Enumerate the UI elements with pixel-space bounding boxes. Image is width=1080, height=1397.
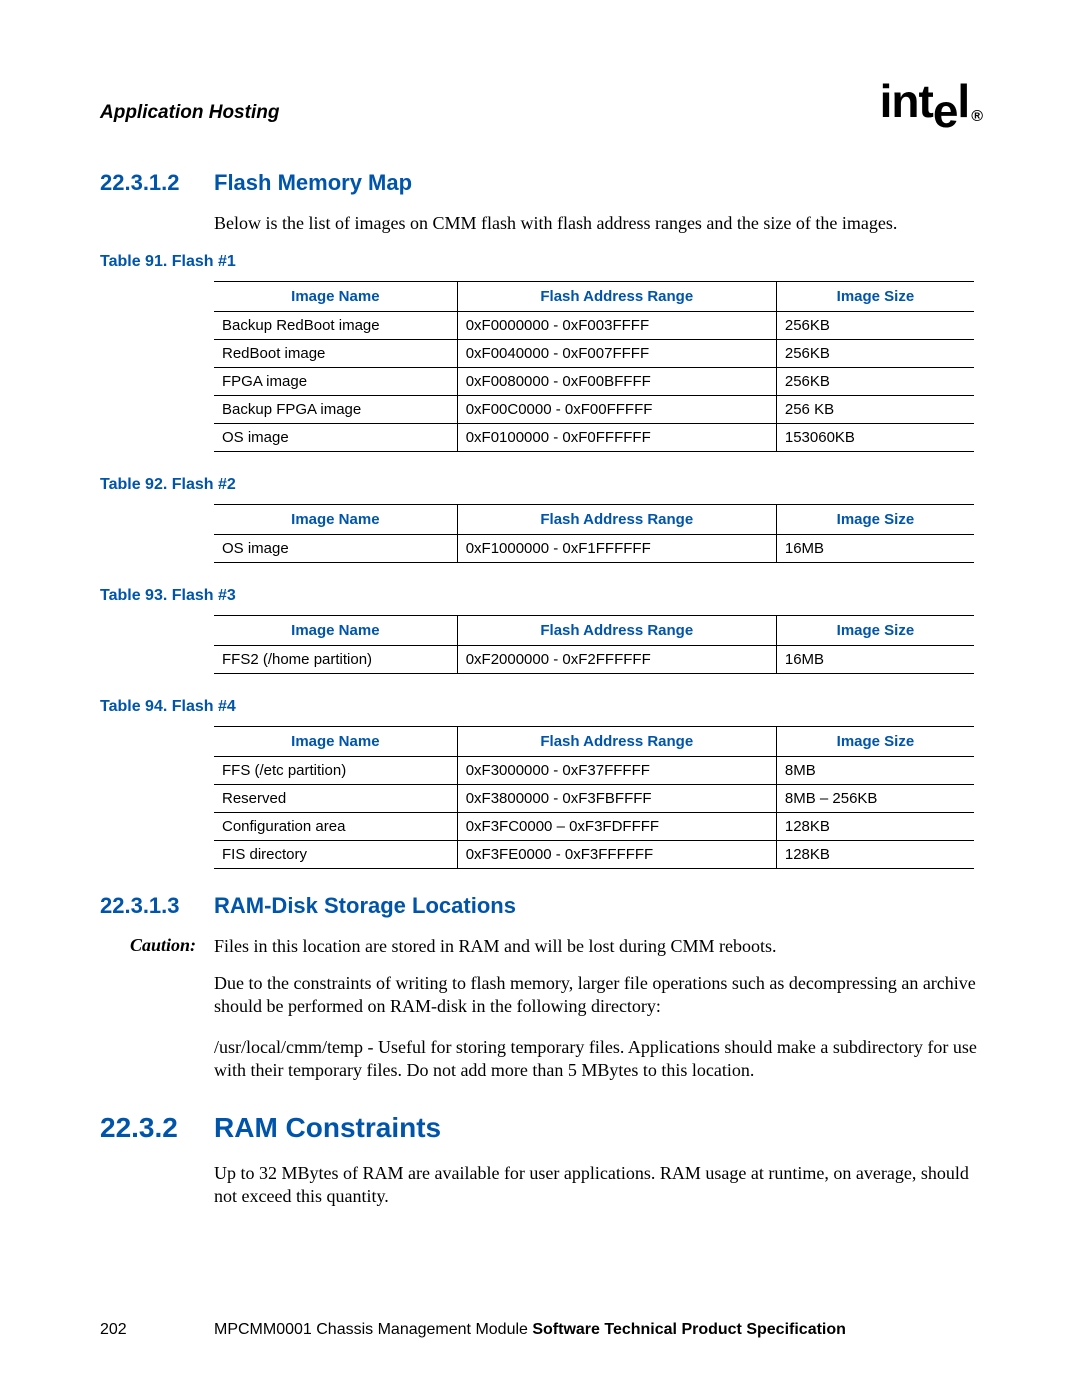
cell-image-name: FFS2 (/home partition): [214, 646, 457, 674]
table92-caption: Table 92. Flash #2: [100, 476, 980, 494]
cell-address-range: 0xF2000000 - 0xF2FFFFFF: [457, 646, 776, 674]
cell-image-name: RedBoot image: [214, 340, 457, 368]
table91-caption: Table 91. Flash #1: [100, 253, 980, 271]
cell-image-name: FIS directory: [214, 841, 457, 869]
table-row: OS image0xF1000000 - 0xF1FFFFFF16MB: [214, 535, 974, 563]
table-row: OS image0xF0100000 - 0xF0FFFFFF153060KB: [214, 424, 974, 452]
chapter-title: Application Hosting: [100, 102, 279, 124]
cell-image-name: FFS (/etc partition): [214, 757, 457, 785]
doc-title-part-a: MPCMM0001 Chassis Management Module: [214, 1321, 532, 1338]
heading-number: 22.3.1.2: [100, 170, 184, 196]
table-flash-1: Image Name Flash Address Range Image Siz…: [214, 281, 974, 452]
cell-address-range: 0xF3FE0000 - 0xF3FFFFFF: [457, 841, 776, 869]
table-row: Reserved0xF3800000 - 0xF3FBFFFF8MB – 256…: [214, 785, 974, 813]
cell-image-name: Reserved: [214, 785, 457, 813]
heading-text: Flash Memory Map: [214, 170, 412, 196]
cell-image-size: 128KB: [776, 841, 974, 869]
cell-address-range: 0xF0000000 - 0xF003FFFF: [457, 312, 776, 340]
table-row: Backup FPGA image0xF00C0000 - 0xF00FFFFF…: [214, 396, 974, 424]
heading-ram-disk: 22.3.1.3 RAM-Disk Storage Locations: [100, 893, 980, 919]
table94-caption: Table 94. Flash #4: [100, 698, 980, 716]
caution-block: Caution: Files in this location are stor…: [130, 935, 980, 958]
page-header: Application Hosting intel®: [100, 78, 980, 124]
cell-image-size: 256KB: [776, 368, 974, 396]
table-flash-3: Image Name Flash Address Range Image Siz…: [214, 615, 974, 674]
table-row: Backup RedBoot image0xF0000000 - 0xF003F…: [214, 312, 974, 340]
heading-ram-constraints: 22.3.2 RAM Constraints: [100, 1112, 980, 1144]
table93-caption: Table 93. Flash #3: [100, 587, 980, 605]
table-flash-2: Image Name Flash Address Range Image Siz…: [214, 504, 974, 563]
cell-image-size: 256KB: [776, 312, 974, 340]
cell-image-name: OS image: [214, 535, 457, 563]
th-image-name: Image Name: [214, 282, 457, 312]
table-row: RedBoot image0xF0040000 - 0xF007FFFF256K…: [214, 340, 974, 368]
cell-image-size: 16MB: [776, 535, 974, 563]
table-row: FFS (/etc partition)0xF3000000 - 0xF37FF…: [214, 757, 974, 785]
ramdisk-para-1: Due to the constraints of writing to fla…: [214, 972, 980, 1018]
cell-address-range: 0xF0100000 - 0xF0FFFFFF: [457, 424, 776, 452]
cell-image-size: 16MB: [776, 646, 974, 674]
table-row: FFS2 (/home partition)0xF2000000 - 0xF2F…: [214, 646, 974, 674]
intro-paragraph: Below is the list of images on CMM flash…: [214, 212, 980, 235]
cell-address-range: 0xF3000000 - 0xF37FFFFF: [457, 757, 776, 785]
page-footer: 202 MPCMM0001 Chassis Management Module …: [100, 1321, 980, 1339]
table-row: FIS directory0xF3FE0000 - 0xF3FFFFFF128K…: [214, 841, 974, 869]
cell-image-name: Configuration area: [214, 813, 457, 841]
cell-image-size: 153060KB: [776, 424, 974, 452]
cell-image-name: FPGA image: [214, 368, 457, 396]
ramdisk-para-2: /usr/local/cmm/temp - Useful for storing…: [214, 1036, 980, 1082]
th-image-size: Image Size: [776, 282, 974, 312]
cell-image-size: 8MB – 256KB: [776, 785, 974, 813]
cell-address-range: 0xF0080000 - 0xF00BFFFF: [457, 368, 776, 396]
cell-address-range: 0xF3FC0000 – 0xF3FDFFFF: [457, 813, 776, 841]
cell-address-range: 0xF1000000 - 0xF1FFFFFF: [457, 535, 776, 563]
caution-label: Caution:: [130, 935, 214, 958]
cell-address-range: 0xF3800000 - 0xF3FBFFFF: [457, 785, 776, 813]
table-row: Configuration area0xF3FC0000 – 0xF3FDFFF…: [214, 813, 974, 841]
cell-image-size: 256 KB: [776, 396, 974, 424]
cell-address-range: 0xF00C0000 - 0xF00FFFFF: [457, 396, 776, 424]
th-address-range: Flash Address Range: [457, 282, 776, 312]
cell-address-range: 0xF0040000 - 0xF007FFFF: [457, 340, 776, 368]
cell-image-size: 256KB: [776, 340, 974, 368]
table-flash-4: Image Name Flash Address Range Image Siz…: [214, 726, 974, 869]
cell-image-name: OS image: [214, 424, 457, 452]
cell-image-size: 8MB: [776, 757, 974, 785]
doc-title-part-b: Software Technical Product Specification: [532, 1321, 846, 1338]
cell-image-name: Backup RedBoot image: [214, 312, 457, 340]
page-number: 202: [100, 1321, 214, 1339]
heading-flash-memory-map: 22.3.1.2 Flash Memory Map: [100, 170, 980, 196]
intel-logo: intel®: [880, 78, 980, 124]
table-row: FPGA image0xF0080000 - 0xF00BFFFF256KB: [214, 368, 974, 396]
caution-text: Files in this location are stored in RAM…: [214, 935, 776, 958]
cell-image-name: Backup FPGA image: [214, 396, 457, 424]
ram-constraints-para: Up to 32 MBytes of RAM are available for…: [214, 1162, 980, 1208]
cell-image-size: 128KB: [776, 813, 974, 841]
